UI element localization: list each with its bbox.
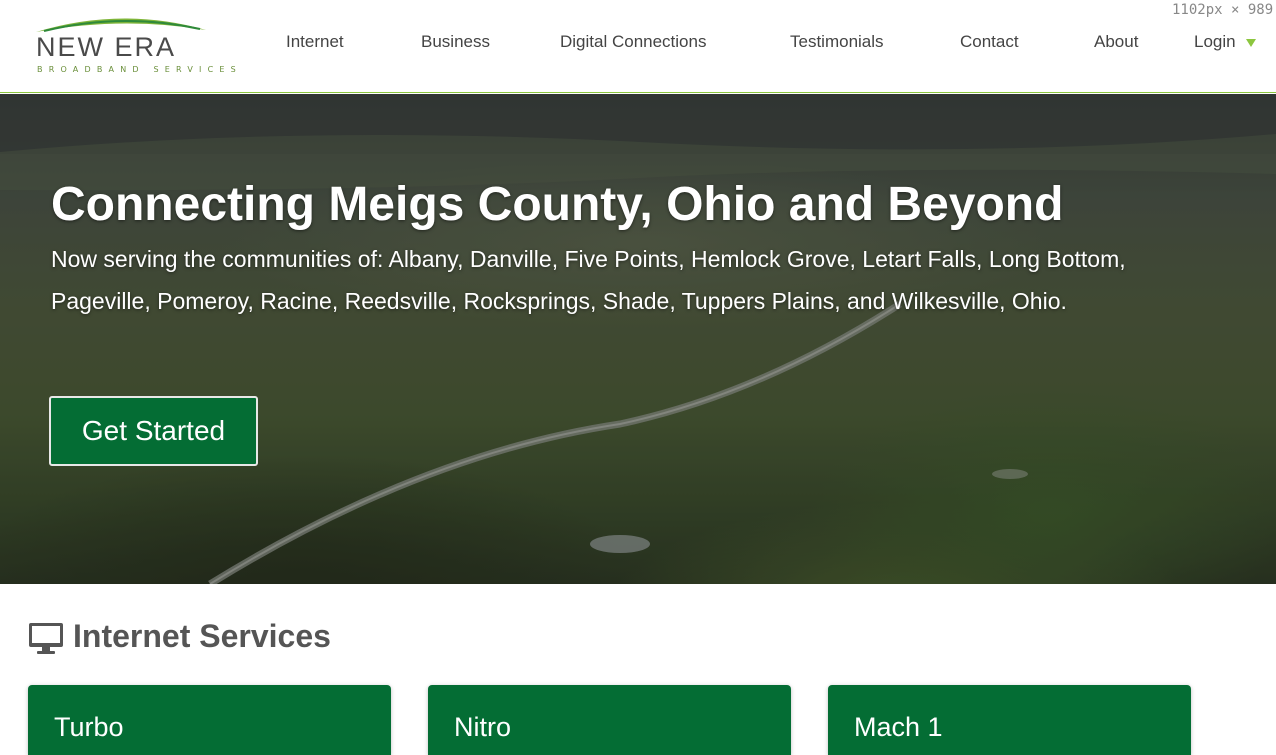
- hero-title: Connecting Meigs County, Ohio and Beyond: [51, 178, 1064, 231]
- hero-landscape-image: [0, 94, 1276, 584]
- nav-item-internet[interactable]: Internet: [286, 32, 344, 52]
- plan-name: Turbo: [54, 712, 124, 742]
- main-nav: Internet Business Digital Connections Te…: [0, 0, 1276, 90]
- plan-card-mach-1[interactable]: Mach 1: [828, 685, 1191, 755]
- plan-card-turbo[interactable]: Turbo: [28, 685, 391, 755]
- section-title: Internet Services: [73, 618, 331, 654]
- hero-content: Connecting Meigs County, Ohio and Beyond…: [51, 176, 1171, 322]
- nav-item-contact[interactable]: Contact: [960, 32, 1019, 52]
- nav-item-login[interactable]: Login: [1194, 32, 1256, 52]
- hero-description: Now serving the communities of: Albany, …: [51, 246, 1126, 314]
- internet-services-section: Internet Services Turbo Nitro Mach 1: [0, 584, 1276, 755]
- desktop-monitor-icon: [29, 623, 63, 654]
- nav-item-digital-connections[interactable]: Digital Connections: [560, 32, 706, 52]
- nav-item-testimonials[interactable]: Testimonials: [790, 32, 884, 52]
- plan-name: Mach 1: [854, 712, 943, 742]
- nav-item-about[interactable]: About: [1094, 32, 1138, 52]
- get-started-button[interactable]: Get Started: [49, 396, 258, 466]
- caret-down-icon: [1245, 38, 1256, 47]
- plan-name: Nitro: [454, 712, 512, 742]
- nav-login-label: Login: [1194, 32, 1236, 51]
- hero-banner: Connecting Meigs County, Ohio and Beyond…: [0, 94, 1276, 584]
- nav-item-business[interactable]: Business: [421, 32, 490, 52]
- viewport-size-readout: 1102px × 989: [1164, 0, 1276, 22]
- site-header: NEW ERA BROADBAND SERVICES Internet Busi…: [0, 0, 1276, 93]
- plan-card-nitro[interactable]: Nitro: [428, 685, 791, 755]
